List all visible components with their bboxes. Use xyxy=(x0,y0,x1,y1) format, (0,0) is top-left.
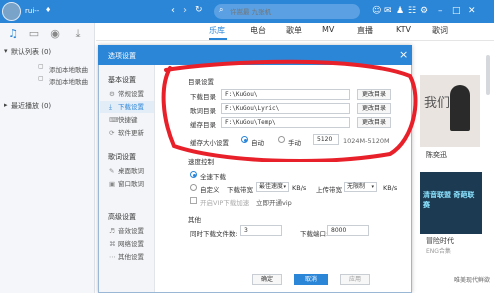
dialog-title: 选项设置 xyxy=(108,52,136,60)
update-icon: ⟳ xyxy=(109,129,115,137)
tab-lyrics[interactable]: 歌词 xyxy=(432,25,448,36)
tab-mv[interactable]: MV xyxy=(322,25,334,34)
radio-icon[interactable]: ◉ xyxy=(47,27,63,43)
maximize-icon[interactable]: □ xyxy=(452,6,461,16)
vip-accel-label[interactable]: 开启VIP下载加速 xyxy=(200,197,249,207)
settings-icon[interactable]: ⚙ xyxy=(420,6,428,16)
full-speed-label[interactable]: 全速下载 xyxy=(200,171,226,181)
side-item-other[interactable]: ⋯ 其他设置 xyxy=(100,251,154,263)
avatar[interactable] xyxy=(2,2,21,21)
network-icon: ⌘ xyxy=(109,240,116,248)
vip-open-link[interactable]: 立即开通vip xyxy=(256,197,292,207)
leftnav-item[interactable]: 添加本地歌曲 xyxy=(49,76,88,86)
download-port-label: 下载端口: xyxy=(300,230,329,238)
section-title-other: 其他 xyxy=(188,216,201,224)
search-icon[interactable]: ⌕ xyxy=(219,5,223,15)
username[interactable]: rui-- xyxy=(25,7,39,15)
full-speed-radio[interactable] xyxy=(190,171,197,178)
close-icon[interactable]: ✕ xyxy=(468,6,476,16)
download-icon[interactable]: ⤓ xyxy=(70,27,86,43)
keyboard-icon: ⌨ xyxy=(109,116,119,124)
list-toggle-icon[interactable]: ▾ xyxy=(4,47,8,55)
music-note-icon[interactable]: ♫ xyxy=(5,27,21,43)
diamond-icon[interactable]: ♦ xyxy=(45,6,51,14)
shirt-icon[interactable]: ♟ xyxy=(396,6,404,16)
tab-ktv[interactable]: KTV xyxy=(396,25,411,34)
album-banner-text: 清音联盟 奇葩联赛 xyxy=(423,191,475,209)
album-artist[interactable]: 陈奕迅 xyxy=(426,150,447,160)
footer-right-text[interactable]: 唯美现代鲜欲 xyxy=(454,275,490,284)
download-bandwidth-unit: KB/s xyxy=(292,184,307,192)
side-item-sound[interactable]: ♬ 音效设置 xyxy=(100,225,154,237)
search-input[interactable] xyxy=(230,4,346,19)
ok-button[interactable]: 确定 xyxy=(252,274,282,285)
recent-play-header[interactable]: 最近播放 (0) xyxy=(11,101,51,111)
album-title[interactable]: 冒险时代 xyxy=(426,236,454,246)
concurrent-downloads-input[interactable]: 3 xyxy=(240,225,282,236)
file-icon: ▢ xyxy=(38,75,44,82)
more-icon: ⋯ xyxy=(109,253,116,261)
chevron-down-icon: ▾ xyxy=(283,184,286,190)
side-item-general[interactable]: ⚙ 常规设置 xyxy=(100,88,154,100)
leftnav-item[interactable]: 添加本地歌曲 xyxy=(49,64,88,74)
video-icon[interactable]: ▭ xyxy=(26,27,42,43)
side-item-window-lyrics[interactable]: ▣ 窗口歌词 xyxy=(100,178,154,190)
red-annotation-ellipse xyxy=(161,59,418,162)
list-toggle-icon[interactable]: ▸ xyxy=(4,101,8,109)
download-port-input[interactable]: 8000 xyxy=(327,225,369,236)
back-icon[interactable]: ‹ xyxy=(171,5,175,16)
concurrent-downloads-label: 同时下载文件数: xyxy=(190,230,238,238)
upload-bandwidth-unit: KB/s xyxy=(383,184,398,192)
refresh-icon[interactable]: ↻ xyxy=(195,5,203,15)
tab-playlist[interactable]: 歌单 xyxy=(286,25,302,36)
side-item-update[interactable]: ⟳ 软件更新 xyxy=(100,127,154,139)
gear-icon: ⚙ xyxy=(109,90,115,98)
tab-radio[interactable]: 电台 xyxy=(250,25,266,36)
download-bandwidth-label: 下载带宽 xyxy=(227,186,253,194)
apply-button[interactable]: 应用 xyxy=(340,274,370,285)
file-icon: ▢ xyxy=(38,63,44,70)
vip-accel-checkbox[interactable] xyxy=(190,197,197,204)
chevron-down-icon: ▾ xyxy=(371,184,374,190)
download-icon: ⤓ xyxy=(109,103,112,111)
upload-bandwidth-label: 上传带宽 xyxy=(316,186,342,194)
window-icon: ▣ xyxy=(109,180,116,188)
default-list-header[interactable]: 默认列表 (0) xyxy=(11,47,51,57)
download-bandwidth-select[interactable]: 最佳速度 ▾ xyxy=(256,182,289,192)
tab-live[interactable]: 直播 xyxy=(357,25,373,36)
custom-speed-radio[interactable] xyxy=(190,184,197,191)
side-item-download[interactable]: ⤓ 下载设置 xyxy=(100,101,154,113)
album-cover-title: 我们 xyxy=(424,96,451,111)
album-cover-figure xyxy=(450,85,470,131)
side-item-network[interactable]: ⌘ 网络设置 xyxy=(100,238,154,250)
album-subtitle: ENG合集 xyxy=(426,248,451,255)
mail-icon[interactable]: ✉ xyxy=(384,6,392,16)
cancel-button[interactable]: 取消 xyxy=(294,274,328,285)
equalizer-icon: ♬ xyxy=(109,227,115,235)
minimize-icon[interactable]: – xyxy=(438,6,443,16)
upload-bandwidth-select[interactable]: 无限制 ▾ xyxy=(344,182,377,192)
side-item-hotkeys[interactable]: ⌨快捷键 xyxy=(100,114,154,126)
side-head-basic: 基本设置 xyxy=(108,76,136,84)
scrollbar[interactable] xyxy=(486,55,490,95)
side-head-lyrics: 歌词设置 xyxy=(108,153,136,161)
forward-icon[interactable]: › xyxy=(183,5,187,16)
side-head-advanced: 高级设置 xyxy=(108,213,136,221)
custom-speed-label[interactable]: 自定义 xyxy=(200,184,220,194)
active-tab-indicator xyxy=(209,38,227,40)
lyrics-icon: ✎ xyxy=(109,167,115,175)
user-icon[interactable]: ☺ xyxy=(372,6,381,16)
game-icon[interactable]: ☷ xyxy=(408,6,416,16)
side-item-desktop-lyrics[interactable]: ✎ 桌面歌词 xyxy=(100,165,154,177)
tab-library[interactable]: 乐库 xyxy=(209,25,225,36)
